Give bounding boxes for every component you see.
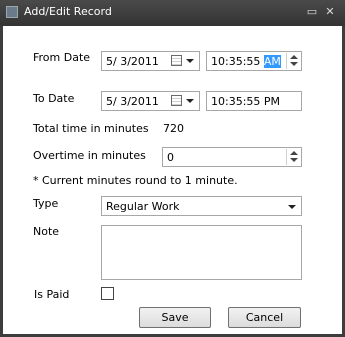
total-time-value: 720 <box>163 122 184 135</box>
close-button[interactable]: ✕ <box>323 5 337 19</box>
from-date-label: From Date <box>33 51 91 64</box>
spin-down-icon[interactable] <box>290 158 298 162</box>
from-time-spinner[interactable] <box>286 53 300 69</box>
to-date-label: To Date <box>33 92 75 105</box>
chevron-down-icon <box>186 59 194 63</box>
overtime-label: Overtime in minutes <box>33 149 146 162</box>
spin-up-icon[interactable] <box>290 151 298 155</box>
save-button[interactable]: Save <box>139 307 211 328</box>
minimize-button[interactable]: ▭ <box>305 5 319 19</box>
from-time-picker[interactable]: 10:35:55 AM <box>206 51 302 71</box>
app-icon <box>6 6 18 18</box>
note-textarea[interactable] <box>101 225 302 280</box>
from-date-dropdown-button[interactable] <box>171 54 197 68</box>
from-date-picker[interactable]: 5/ 3/2011 <box>101 51 200 71</box>
from-time-meridiem-selected[interactable]: AM <box>263 55 281 68</box>
spin-up-icon[interactable] <box>290 55 298 59</box>
to-date-dropdown-button[interactable] <box>171 94 197 108</box>
chevron-down-icon[interactable] <box>288 205 296 209</box>
rounding-note: * Current minutes round to 1 minute. <box>33 174 238 187</box>
dialog-window: Add/Edit Record ▭ ✕ From Date 5/ 3/2011 … <box>0 0 345 337</box>
total-time-label: Total time in minutes <box>33 122 149 135</box>
calendar-icon <box>171 95 182 106</box>
cancel-button[interactable]: Cancel <box>228 307 301 328</box>
overtime-value: 0 <box>167 151 174 164</box>
note-label: Note <box>33 225 60 238</box>
type-select[interactable]: Regular Work <box>101 196 302 216</box>
overtime-stepper[interactable]: 0 <box>162 147 302 167</box>
is-paid-checkbox[interactable] <box>101 287 114 300</box>
window-title: Add/Edit Record <box>24 5 112 18</box>
type-label: Type <box>33 197 59 210</box>
from-time-value: 10:35:55 <box>211 55 264 68</box>
to-time-value: 10:35:55 PM <box>211 95 281 108</box>
spin-down-icon[interactable] <box>290 62 298 66</box>
type-selected-value: Regular Work <box>106 200 180 213</box>
chevron-down-icon <box>186 99 194 103</box>
overtime-spinner[interactable] <box>286 149 300 165</box>
to-date-value: 5/ 3/2011 <box>106 95 159 108</box>
calendar-icon <box>171 55 182 66</box>
dialog-body: From Date 5/ 3/2011 10:35:55 AM To Date … <box>3 26 342 334</box>
to-date-picker[interactable]: 5/ 3/2011 <box>101 91 200 111</box>
is-paid-label: Is Paid <box>34 288 70 301</box>
title-bar[interactable]: Add/Edit Record ▭ ✕ <box>0 0 345 26</box>
from-date-value: 5/ 3/2011 <box>106 55 159 68</box>
to-time-picker[interactable]: 10:35:55 PM <box>206 91 302 111</box>
